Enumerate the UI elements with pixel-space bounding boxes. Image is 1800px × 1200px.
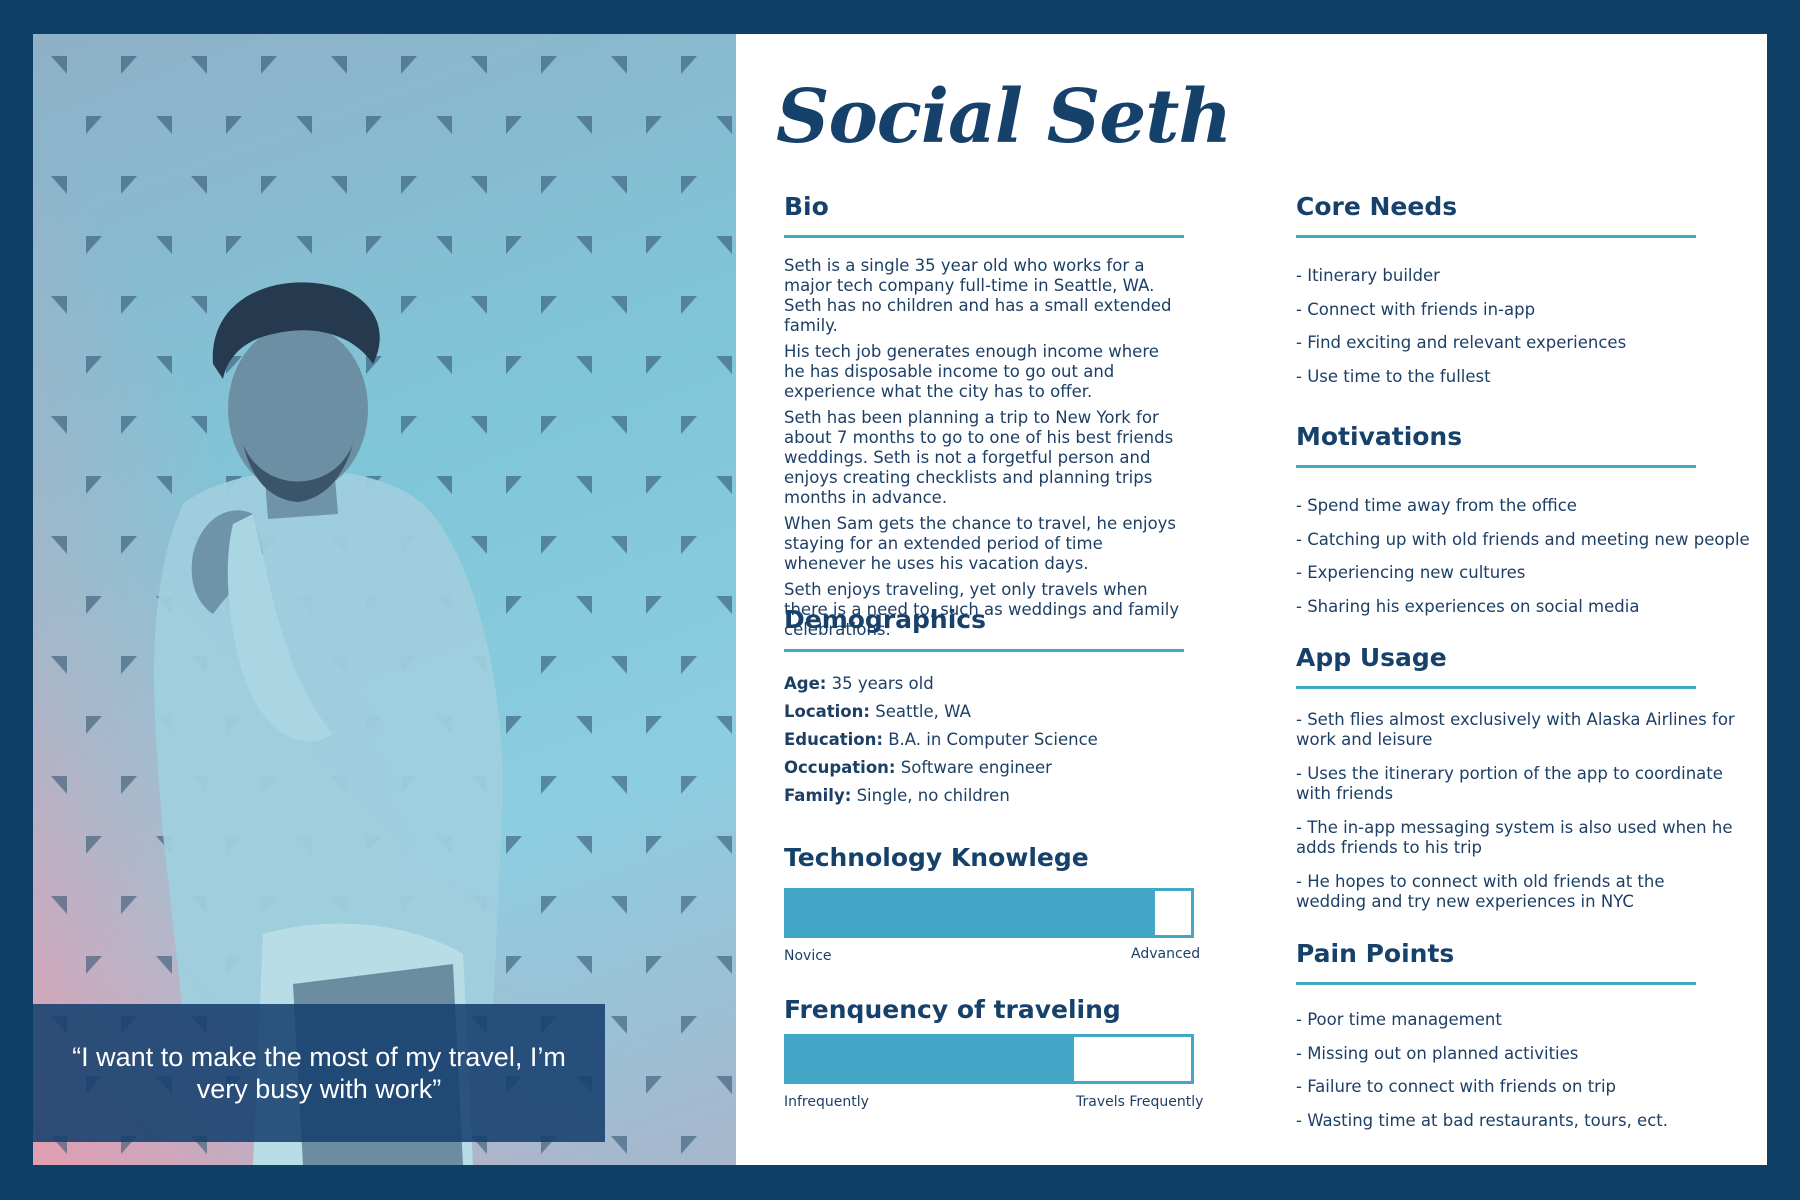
list-item: - Failure to connect with friends on tri… <box>1296 1077 1617 1096</box>
list-item: - Seth flies almost exclusively with Ala… <box>1296 710 1735 749</box>
list-item: - Find exciting and relevant experiences <box>1296 333 1627 352</box>
tech-knowledge-fill <box>787 891 1155 935</box>
demographics-divider <box>784 649 1184 652</box>
bio-text: Seth is a single 35 year old who works f… <box>784 256 1184 646</box>
demographics-list: Age: 35 years old Location: Seattle, WA … <box>784 670 1098 810</box>
list-item: - Itinerary builder <box>1296 266 1440 285</box>
motivations-heading: Motivations <box>1296 422 1463 451</box>
app-usage-list: - Seth flies almost exclusively with Ala… <box>1296 710 1736 926</box>
travel-max-label: Travels Frequently <box>1076 1094 1204 1110</box>
tech-min-label: Novice <box>784 948 832 964</box>
bio-paragraph: When Sam gets the chance to travel, he e… <box>784 514 1177 573</box>
demographic-family: Family: Single, no children <box>784 786 1010 805</box>
list-item: - Missing out on planned activities <box>1296 1043 1579 1063</box>
demographic-age: Age: 35 years old <box>784 674 934 693</box>
persona-name: Social Seth <box>776 74 1232 160</box>
list-item: - Uses the itinerary portion of the app … <box>1296 764 1723 803</box>
travel-frequency-heading: Frenquency of traveling <box>784 995 1121 1024</box>
list-item: - Wasting time at bad restaurants, tours… <box>1296 1110 1668 1130</box>
motivations-list: - Spend time away from the office - Catc… <box>1296 496 1750 630</box>
core-needs-heading: Core Needs <box>1296 192 1458 221</box>
list-item: - Use time to the fullest <box>1296 366 1491 386</box>
persona-figure <box>154 282 503 1165</box>
list-item: - Poor time management <box>1296 1010 1502 1029</box>
bio-paragraph: His tech job generates enough income whe… <box>784 342 1159 401</box>
tech-max-label: Advanced <box>1131 946 1201 962</box>
list-item: - Sharing his experiences on social medi… <box>1296 596 1640 616</box>
demographic-location: Location: Seattle, WA <box>784 702 971 721</box>
list-item: - The in-app messaging system is also us… <box>1296 818 1733 857</box>
list-item: - He hopes to connect with old friends a… <box>1296 872 1665 911</box>
travel-frequency-fill <box>787 1037 1074 1081</box>
bio-divider <box>784 235 1184 238</box>
persona-content: Social Seth Bio Seth is a single 35 year… <box>736 34 1767 1165</box>
demographic-occupation: Occupation: Software engineer <box>784 758 1052 777</box>
pain-points-divider <box>1296 982 1696 985</box>
core-needs-list: - Itinerary builder - Connect with frien… <box>1296 266 1626 400</box>
pain-points-heading: Pain Points <box>1296 939 1455 968</box>
persona-quote: “I want to make the most of my travel, I… <box>33 1004 605 1142</box>
demographics-heading: Demographics <box>784 605 986 634</box>
list-item: - Experiencing new cultures <box>1296 563 1526 582</box>
pain-points-list: - Poor time management - Missing out on … <box>1296 1010 1668 1144</box>
motivations-divider <box>1296 465 1696 468</box>
travel-frequency-bar <box>784 1034 1194 1084</box>
tech-knowledge-bar <box>784 888 1194 938</box>
travel-min-label: Infrequently <box>784 1094 869 1110</box>
app-usage-heading: App Usage <box>1296 643 1447 672</box>
list-item: - Catching up with old friends and meeti… <box>1296 529 1750 549</box>
bio-heading: Bio <box>784 192 829 221</box>
bio-paragraph: Seth has been planning a trip to New Yor… <box>784 408 1174 507</box>
core-needs-divider <box>1296 235 1696 238</box>
tech-knowledge-heading: Technology Knowlege <box>784 843 1089 872</box>
list-item: - Spend time away from the office <box>1296 496 1577 515</box>
demographic-education: Education: B.A. in Computer Science <box>784 730 1098 749</box>
bio-paragraph: Seth is a single 35 year old who works f… <box>784 256 1172 335</box>
app-usage-divider <box>1296 686 1696 689</box>
persona-photo <box>33 34 736 1165</box>
list-item: - Connect with friends in-app <box>1296 299 1536 319</box>
